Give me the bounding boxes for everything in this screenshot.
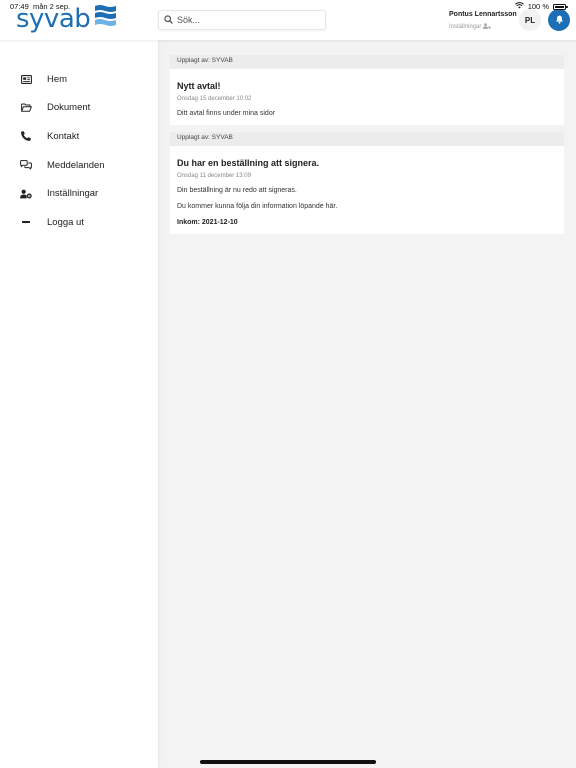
chat-bubbles-icon (20, 159, 32, 171)
post-date: Onsdag 15 december 10:02 (177, 96, 252, 102)
post-body-secondary: Du kommer kunna följa din information lö… (177, 203, 338, 210)
post-content: Nytt avtal! Onsdag 15 december 10:02 Dit… (170, 69, 564, 125)
status-date: mån 2 sep. (33, 2, 71, 11)
home-indicator[interactable] (200, 760, 376, 764)
post-card[interactable]: Upplagt av: SYVAB Nytt avtal! Onsdag 15 … (170, 55, 564, 125)
user-cog-icon (483, 23, 492, 31)
minus-icon (20, 216, 32, 228)
folder-open-icon (20, 102, 32, 114)
post-content: Du har en beställning att signera. Onsda… (170, 146, 564, 234)
post-body: Ditt avtal finns under mina sidor (177, 110, 276, 117)
search-input[interactable] (177, 15, 317, 25)
home-card-icon (20, 73, 32, 85)
user-settings-link[interactable]: Inställningar (449, 23, 517, 31)
sidebar-item-dokument[interactable]: Dokument (0, 94, 158, 123)
post-body: Din beställning är nu redo att signeras. (177, 187, 297, 194)
post-author: Upplagt av: SYVAB (170, 55, 564, 69)
status-time: 07:49 (10, 2, 29, 11)
post-author: Upplagt av: SYVAB (170, 132, 564, 146)
user-name: Pontus Lennartsson (449, 11, 517, 18)
user-settings-label: Inställningar (449, 24, 482, 30)
phone-icon (20, 130, 32, 142)
sidebar-item-label: Inställningar (47, 188, 99, 200)
news-feed: Upplagt av: SYVAB Nytt avtal! Onsdag 15 … (170, 55, 564, 234)
post-title: Nytt avtal! (177, 81, 221, 91)
user-cog-icon (20, 188, 32, 200)
post-date: Onsdag 11 december 13:09 (177, 173, 251, 179)
status-right: 100 % (514, 2, 568, 11)
post-title: Du har en beställning att signera. (177, 158, 320, 168)
sidebar-item-label: Kontakt (47, 130, 80, 142)
bell-icon (555, 11, 564, 29)
sidebar-item-installningar[interactable]: Inställningar (0, 179, 158, 208)
sidebar-item-label: Dokument (47, 102, 91, 114)
status-bar: 07:49 mån 2 sep. 100 % (0, 0, 576, 12)
sidebar-item-label: Logga ut (47, 216, 84, 228)
battery-percent: 100 % (527, 2, 549, 11)
sidebar-item-logga-ut[interactable]: Logga ut (0, 208, 158, 237)
search-icon (164, 11, 173, 29)
avatar[interactable]: PL (519, 9, 541, 31)
search-box[interactable] (158, 10, 326, 30)
sidebar-item-label: Hem (47, 73, 68, 85)
post-received-date: Inkom: 2021-12-10 (177, 219, 238, 226)
user-info[interactable]: Pontus Lennartsson Inställningar (449, 11, 517, 31)
sidebar-item-hem[interactable]: Hem (0, 65, 158, 94)
sidebar-item-kontakt[interactable]: Kontakt (0, 122, 158, 151)
sidebar-item-meddelanden[interactable]: Meddelanden (0, 151, 158, 180)
notifications-button[interactable] (548, 9, 570, 31)
sidebar-item-label: Meddelanden (47, 159, 105, 171)
post-card[interactable]: Upplagt av: SYVAB Du har en beställning … (170, 132, 564, 234)
sidebar-nav: Hem Dokument Kontakt Meddelanden Inställ… (0, 40, 158, 237)
battery-icon (553, 3, 568, 10)
wifi-icon (514, 2, 524, 11)
sidebar: Hem Dokument Kontakt Meddelanden Inställ… (0, 40, 158, 768)
